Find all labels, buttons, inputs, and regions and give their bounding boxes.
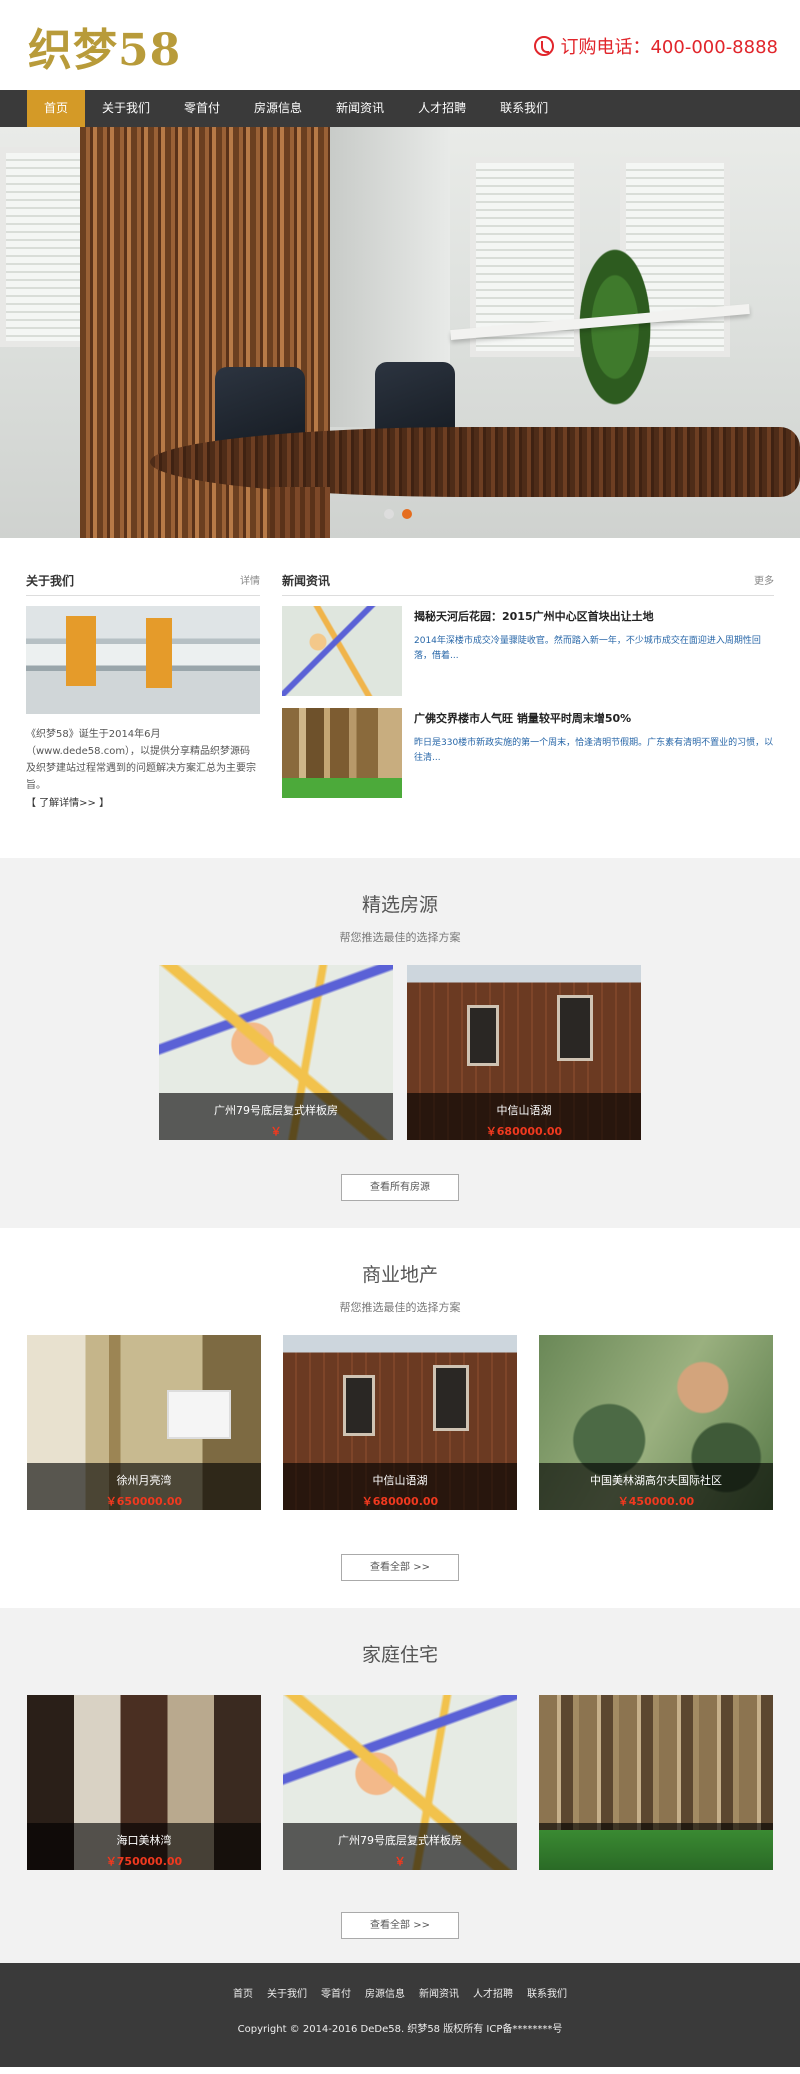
- news-more-link[interactable]: 更多: [754, 572, 774, 589]
- main-nav: 首页 关于我们 零首付 房源信息 新闻资讯 人才招聘 联系我们: [0, 90, 800, 127]
- nav-item-listings[interactable]: 房源信息: [237, 90, 319, 127]
- commercial-title: 商业地产: [361, 1264, 438, 1286]
- site-footer: 首页 关于我们 零首付 房源信息 新闻资讯 人才招聘 联系我们 Copyrigh…: [0, 1963, 800, 2067]
- plant: [560, 247, 670, 447]
- slider-dot-active[interactable]: [402, 509, 412, 519]
- news-item-title[interactable]: 广佛交界楼市人气旺 销量较平时周末增50%: [414, 710, 774, 726]
- footer-link-zero-down[interactable]: 零首付: [321, 1985, 351, 2000]
- about-title: 关于我们: [26, 574, 75, 588]
- slider-dot[interactable]: [384, 509, 394, 519]
- card-price: ￥680000.00: [485, 1125, 563, 1138]
- card-caption: 广州79号底层复式样板房 ￥: [283, 1823, 517, 1870]
- news-item-desc: 昨日是330楼市新政实施的第一个周末，恰逢清明节假期。广东素有清明不置业的习惯，…: [414, 738, 774, 763]
- news-header: 新闻资讯 更多: [282, 572, 774, 596]
- footer-link-home[interactable]: 首页: [233, 1985, 253, 2000]
- view-all-commercial-button[interactable]: 查看全部 >>: [341, 1554, 459, 1581]
- card-caption: 徐州月亮湾 ￥650000.00: [27, 1463, 261, 1510]
- about-more-link[interactable]: 详情: [240, 572, 260, 589]
- nav-item-news[interactable]: 新闻资讯: [319, 90, 401, 127]
- property-card[interactable]: 广州79号底层复式样板房 ￥: [159, 965, 393, 1140]
- card-caption: 海口美林湾 ￥750000.00: [27, 1823, 261, 1870]
- nav-item-about[interactable]: 关于我们: [85, 90, 167, 127]
- news-item-desc: 2014年深楼市成交冷量骤陡收官。然而踏入新一年，不少城市成交在面迎进入周期性回…: [414, 636, 761, 661]
- commercial-subtitle: 帮您推选最佳的选择方案: [339, 1301, 461, 1314]
- news-item-title[interactable]: 揭秘天河后花园：2015广州中心区首块出让土地: [414, 608, 774, 624]
- card-name: 中信山语湖: [496, 1104, 552, 1117]
- news-body: 广佛交界楼市人气旺 销量较平时周末增50% 昨日是330楼市新政实施的第一个周末…: [414, 708, 774, 798]
- about-news-section: 关于我们 详情 《织梦58》诞生于2014年6月（www.dede58.com）…: [0, 538, 800, 810]
- card-caption: 广州79号底层复式样板房 ￥: [159, 1093, 393, 1140]
- property-card[interactable]: 广州5号停机坪展厅设计 ￥: [539, 1695, 773, 1870]
- card-name: 中信山语湖: [372, 1474, 428, 1487]
- footer-link-contact[interactable]: 联系我们: [527, 1985, 567, 2000]
- table-base: [270, 487, 330, 538]
- news-title: 新闻资讯: [282, 574, 331, 588]
- card-price: ￥680000.00: [361, 1495, 439, 1508]
- card-price: ￥650000.00: [105, 1495, 183, 1508]
- card-price: ￥750000.00: [105, 1855, 183, 1868]
- card-price: ￥: [650, 1855, 662, 1868]
- nav-item-home[interactable]: 首页: [27, 90, 86, 127]
- window-blind: [0, 147, 90, 347]
- card-caption: 中国美林湖高尔夫国际社区 ￥450000.00: [539, 1463, 773, 1510]
- card-name: 中国美林湖高尔夫国际社区: [590, 1474, 722, 1487]
- featured-cards: 广州79号底层复式样板房 ￥ 中信山语湖 ￥680000.00: [0, 965, 800, 1140]
- card-name: 广州79号底层复式样板房: [214, 1104, 338, 1117]
- card-name: 广州5号停机坪展厅设计: [597, 1834, 715, 1847]
- about-image: [26, 606, 260, 714]
- news-panel: 新闻资讯 更多 揭秘天河后花园：2015广州中心区首块出让土地 2014年深楼市…: [282, 572, 774, 810]
- card-name: 广州79号底层复式样板房: [338, 1834, 462, 1847]
- view-all-homes-button[interactable]: 查看全部 >>: [341, 1912, 459, 1939]
- news-thumbnail[interactable]: [282, 708, 402, 798]
- featured-title: 精选房源: [361, 894, 438, 916]
- nav-item-contact[interactable]: 联系我们: [483, 90, 565, 127]
- card-caption: 中信山语湖 ￥680000.00: [407, 1093, 641, 1140]
- news-body: 揭秘天河后花园：2015广州中心区首块出让土地 2014年深楼市成交冷量骤陡收官…: [414, 606, 774, 696]
- hotline-text: 订购电话：400-000-8888: [560, 37, 778, 58]
- commercial-section: 商业地产 帮您推选最佳的选择方案 徐州月亮湾 ￥650000.00 中信山语湖 …: [0, 1228, 800, 1608]
- home-title: 家庭住宅: [361, 1644, 438, 1666]
- home-cards: 海口美林湾 ￥750000.00 广州79号底层复式样板房 ￥ 广州5号停机坪展…: [0, 1695, 800, 1870]
- site-header: 织梦58 订购电话：400-000-8888: [0, 0, 800, 90]
- hotline: 订购电话：400-000-8888: [534, 33, 778, 59]
- about-header: 关于我们 详情: [26, 572, 260, 596]
- footer-link-news[interactable]: 新闻资讯: [419, 1985, 459, 2000]
- property-card[interactable]: 海口美林湾 ￥750000.00: [27, 1695, 261, 1870]
- property-card[interactable]: 广州79号底层复式样板房 ￥: [283, 1695, 517, 1870]
- card-caption: 中信山语湖 ￥680000.00: [283, 1463, 517, 1510]
- view-all-listings-button[interactable]: 查看所有房源: [341, 1174, 459, 1201]
- copyright: Copyright © 2014-2016 DeDe58. 织梦58 版权所有 …: [237, 2024, 563, 2035]
- card-name: 徐州月亮湾: [116, 1474, 172, 1487]
- card-caption: 广州5号停机坪展厅设计 ￥: [539, 1823, 773, 1870]
- footer-link-about[interactable]: 关于我们: [267, 1985, 307, 2000]
- featured-subtitle: 帮您推选最佳的选择方案: [339, 931, 461, 944]
- commercial-cards: 徐州月亮湾 ￥650000.00 中信山语湖 ￥680000.00 中国美林湖高…: [0, 1335, 800, 1510]
- home-section: 家庭住宅 海口美林湾 ￥750000.00 广州79号底层复式样板房 ￥ 广州5…: [0, 1608, 800, 1963]
- nav-item-zero-down[interactable]: 零首付: [167, 90, 237, 127]
- site-logo[interactable]: 织梦58: [28, 14, 181, 78]
- about-text: 《织梦58》诞生于2014年6月（www.dede58.com），以提供分享精品…: [26, 729, 256, 791]
- nav-item-jobs[interactable]: 人才招聘: [401, 90, 483, 127]
- about-detail-link[interactable]: 【 了解详情>> 】: [26, 798, 109, 809]
- slider-dots: [384, 509, 412, 519]
- news-thumbnail[interactable]: [282, 606, 402, 696]
- footer-nav: 首页 关于我们 零首付 房源信息 新闻资讯 人才招聘 联系我们: [0, 1985, 800, 2000]
- phone-icon: [534, 36, 555, 56]
- property-card[interactable]: 中信山语湖 ￥680000.00: [407, 965, 641, 1140]
- footer-link-jobs[interactable]: 人才招聘: [473, 1985, 513, 2000]
- card-price: ￥: [270, 1125, 282, 1138]
- card-price: ￥: [394, 1855, 406, 1868]
- about-panel: 关于我们 详情 《织梦58》诞生于2014年6月（www.dede58.com）…: [26, 572, 260, 810]
- conference-table: [150, 427, 800, 497]
- card-name: 海口美林湾: [116, 1834, 172, 1847]
- property-card[interactable]: 徐州月亮湾 ￥650000.00: [27, 1335, 261, 1510]
- featured-section: 精选房源 帮您推选最佳的选择方案 广州79号底层复式样板房 ￥ 中信山语湖 ￥6…: [0, 858, 800, 1228]
- property-card[interactable]: 中国美林湖高尔夫国际社区 ￥450000.00: [539, 1335, 773, 1510]
- footer-link-listings[interactable]: 房源信息: [365, 1985, 405, 2000]
- property-card[interactable]: 中信山语湖 ￥680000.00: [283, 1335, 517, 1510]
- hero-banner[interactable]: [0, 127, 800, 538]
- news-item[interactable]: 广佛交界楼市人气旺 销量较平时周末增50% 昨日是330楼市新政实施的第一个周末…: [282, 708, 774, 798]
- card-price: ￥450000.00: [617, 1495, 695, 1508]
- news-item[interactable]: 揭秘天河后花园：2015广州中心区首块出让土地 2014年深楼市成交冷量骤陡收官…: [282, 606, 774, 696]
